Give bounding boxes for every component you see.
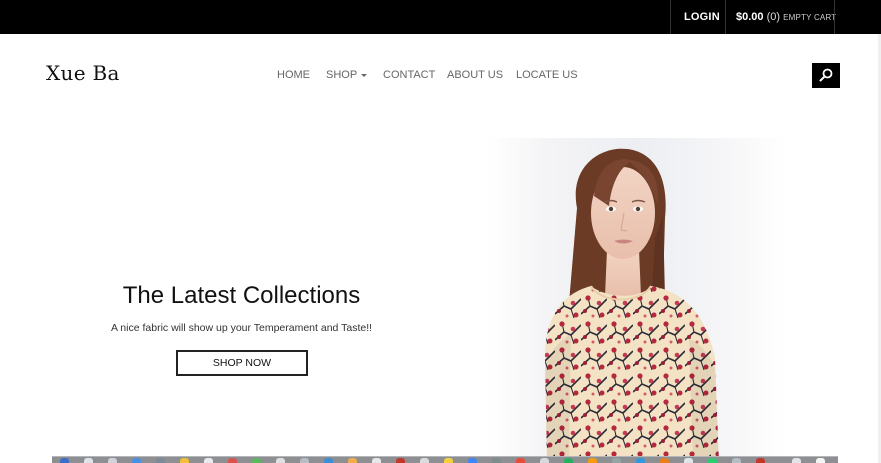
nav-shop-label: SHOP xyxy=(326,69,358,81)
search-button[interactable] xyxy=(812,63,840,88)
hero-title: The Latest Collections xyxy=(122,282,361,309)
dock-app-icon[interactable] xyxy=(660,458,669,463)
cart-amount: $0.00 xyxy=(736,11,764,23)
dock-app-icon[interactable] xyxy=(468,458,477,463)
nav-contact[interactable]: CONTACT xyxy=(383,69,435,81)
shop-now-button[interactable]: SHOP NOW xyxy=(176,350,308,376)
dock-app-icon[interactable] xyxy=(228,458,237,463)
dock-app-icon[interactable] xyxy=(60,458,69,463)
hero-subtitle: A nice fabric will show up your Temperam… xyxy=(110,322,373,334)
dock-app-icon[interactable] xyxy=(156,458,165,463)
os-dock[interactable] xyxy=(52,456,838,463)
dock-app-icon[interactable] xyxy=(492,458,501,463)
search-icon xyxy=(819,68,833,82)
dock-app-icon[interactable] xyxy=(204,458,213,463)
dock-app-icon[interactable] xyxy=(444,458,453,463)
cart-summary[interactable]: $0.00 (0) EMPTY CART xyxy=(736,11,836,23)
dock-app-icon[interactable] xyxy=(324,458,333,463)
browser-page: LOGIN $0.00 (0) EMPTY CART Xue Ba HOME S… xyxy=(0,0,881,463)
caret-down-icon xyxy=(361,73,368,77)
dock-app-icon[interactable] xyxy=(252,458,261,463)
nav-about-us[interactable]: ABOUT US xyxy=(447,69,503,81)
dock-app-icon[interactable] xyxy=(84,458,93,463)
dock-app-icon[interactable] xyxy=(588,458,597,463)
dock-app-icon[interactable] xyxy=(708,458,717,463)
topbar-divider xyxy=(670,0,671,34)
nav-locate-us[interactable]: LOCATE US xyxy=(516,69,578,81)
dock-app-icon[interactable] xyxy=(732,458,741,463)
nav-home[interactable]: HOME xyxy=(277,69,310,81)
dock-app-icon[interactable] xyxy=(348,458,357,463)
dock-app-icon[interactable] xyxy=(396,458,405,463)
dock-app-icon[interactable] xyxy=(372,458,381,463)
dock-app-icon[interactable] xyxy=(132,458,141,463)
dock-app-icon[interactable] xyxy=(420,458,429,463)
dock-app-icon[interactable] xyxy=(636,458,645,463)
login-link[interactable]: LOGIN xyxy=(684,11,720,23)
dock-app-icon[interactable] xyxy=(300,458,309,463)
topbar-divider xyxy=(834,0,835,34)
nav-shop[interactable]: SHOP xyxy=(326,69,368,81)
dock-app-icon[interactable] xyxy=(684,458,693,463)
dock-app-icon[interactable] xyxy=(276,458,285,463)
dock-app-icon[interactable] xyxy=(612,458,621,463)
cart-count: (0) xyxy=(766,11,781,23)
dock-app-icon[interactable] xyxy=(516,458,525,463)
top-utility-bar: LOGIN $0.00 (0) EMPTY CART xyxy=(0,0,881,34)
dock-app-icon[interactable] xyxy=(756,458,765,463)
topbar-divider xyxy=(725,0,726,34)
cart-status: EMPTY CART xyxy=(783,13,837,22)
dock-app-icon[interactable] xyxy=(816,458,825,463)
dock-app-icon[interactable] xyxy=(564,458,573,463)
dock-app-icon[interactable] xyxy=(180,458,189,463)
hero-model-image xyxy=(451,138,881,463)
dock-app-icon[interactable] xyxy=(108,458,117,463)
dock-app-icon[interactable] xyxy=(792,458,801,463)
site-logo[interactable]: Xue Ba xyxy=(46,61,120,85)
woman-floral-dress-photo xyxy=(487,138,787,463)
dock-app-icon[interactable] xyxy=(540,458,549,463)
